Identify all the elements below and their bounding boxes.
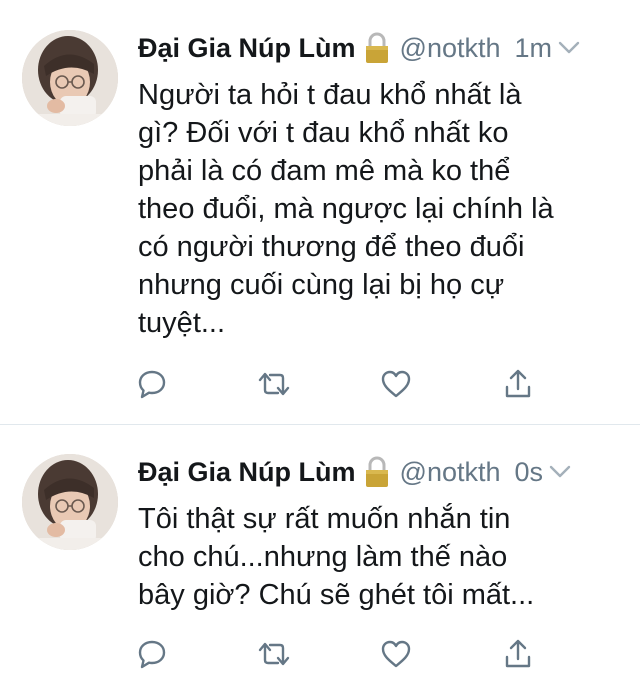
- avatar-image: [22, 30, 118, 126]
- lock-icon: [362, 456, 392, 488]
- retweet-icon[interactable]: [256, 367, 292, 401]
- heart-icon[interactable]: [378, 367, 414, 401]
- tweet[interactable]: Đại Gia Núp Lùm @notkth 0s Tôi thật sự r…: [0, 424, 640, 688]
- avatar[interactable]: [22, 30, 118, 126]
- tweet-text: Người ta hỏi t đau khổ nhất là gì? Đối v…: [138, 79, 554, 339]
- tweet-header: Đại Gia Núp Lùm @notkth 1m: [138, 30, 580, 66]
- display-name[interactable]: Đại Gia Núp Lùm: [138, 33, 356, 64]
- handle[interactable]: @notkth: [400, 457, 501, 488]
- lock-icon: [362, 32, 392, 64]
- chevron-down-icon[interactable]: [549, 465, 571, 479]
- heart-icon[interactable]: [378, 637, 414, 671]
- tweet-text: Tôi thật sự rất muốn nhắn tin cho chú...…: [138, 503, 535, 611]
- reply-icon[interactable]: [134, 367, 170, 401]
- tweet-header: Đại Gia Núp Lùm @notkth 0s: [138, 454, 571, 490]
- tweet[interactable]: Đại Gia Núp Lùm @notkth 1m Người ta hỏi …: [0, 0, 640, 424]
- display-name[interactable]: Đại Gia Núp Lùm: [138, 457, 356, 488]
- avatar-image: [22, 454, 118, 550]
- tweet-actions: [134, 367, 534, 401]
- avatar[interactable]: [22, 454, 118, 550]
- chevron-down-icon[interactable]: [558, 41, 580, 55]
- handle[interactable]: @notkth: [400, 33, 501, 64]
- tweet-actions: [134, 637, 534, 671]
- timestamp[interactable]: 0s: [515, 457, 544, 488]
- share-icon[interactable]: [500, 637, 536, 671]
- tweet-feed: Đại Gia Núp Lùm @notkth 1m Người ta hỏi …: [0, 0, 640, 688]
- retweet-icon[interactable]: [256, 637, 292, 671]
- reply-icon[interactable]: [134, 637, 170, 671]
- timestamp[interactable]: 1m: [515, 33, 553, 64]
- share-icon[interactable]: [500, 367, 536, 401]
